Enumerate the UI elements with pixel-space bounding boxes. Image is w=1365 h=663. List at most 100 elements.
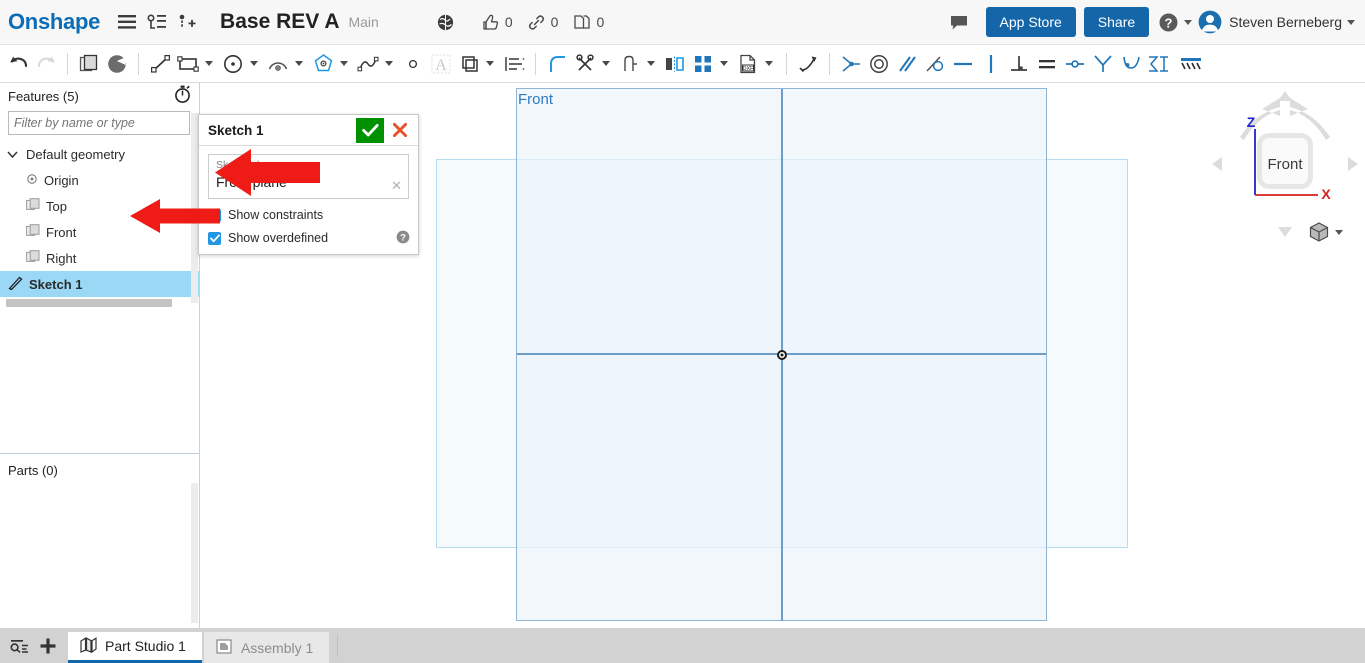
line-tool[interactable]: [146, 49, 174, 79]
tab-label: Part Studio 1: [105, 638, 186, 654]
trim-tool-caret-icon[interactable]: [599, 49, 613, 79]
concentric-constraint[interactable]: [865, 49, 893, 79]
stopwatch-icon[interactable]: [174, 85, 191, 108]
assembly-icon: [215, 638, 234, 658]
tree-item-sketch-1[interactable]: Sketch 1: [0, 271, 199, 297]
like-count-value: 0: [504, 14, 513, 30]
copy-counter[interactable]: 0: [572, 14, 604, 31]
mirror-tool[interactable]: [661, 49, 689, 79]
symmetric-constraint[interactable]: [1089, 49, 1117, 79]
normal-constraint[interactable]: [1145, 49, 1173, 79]
redo-button[interactable]: [32, 49, 60, 79]
polygon-tool[interactable]: [309, 49, 337, 79]
vertical-constraint[interactable]: [977, 49, 1005, 79]
version-graph-icon[interactable]: [144, 8, 170, 36]
like-counter[interactable]: 0: [481, 14, 513, 31]
offset-tool[interactable]: [455, 49, 483, 79]
tree-item-right[interactable]: Right: [0, 245, 199, 271]
cancel-sketch-button[interactable]: [388, 118, 412, 143]
toolbar-divider-5: [829, 52, 830, 75]
horizontal-constraint[interactable]: [949, 49, 977, 79]
sketch-shade-button[interactable]: [103, 49, 131, 79]
onshape-logo[interactable]: Onshape: [8, 9, 100, 35]
document-branch[interactable]: Main: [348, 14, 378, 30]
tangent-constraint[interactable]: [921, 49, 949, 79]
parts-panel: Parts (0): [0, 453, 199, 628]
clear-x-icon[interactable]: ✕: [391, 179, 402, 192]
link-counter[interactable]: 0: [527, 14, 558, 31]
features-header: Features (5): [0, 83, 199, 109]
rectangle-tool-caret-icon[interactable]: [202, 49, 216, 79]
show-overdefined-checkbox[interactable]: Show overdefined: [208, 231, 409, 245]
help-caret-icon: [1184, 19, 1193, 25]
arc-tool[interactable]: [264, 49, 292, 79]
extend-tool-caret-icon[interactable]: [644, 49, 658, 79]
chevron-down-icon[interactable]: [6, 148, 18, 160]
top-header-bar: Onshape Base REV A Main 0 0 0 App Store …: [0, 0, 1365, 45]
add-version-icon[interactable]: [174, 8, 200, 36]
origin-icon: [26, 173, 38, 188]
fillet-tool[interactable]: [543, 49, 571, 79]
circle-tool-caret-icon[interactable]: [247, 49, 261, 79]
tab-assembly-1[interactable]: Assembly 1: [203, 632, 330, 663]
spline-tool[interactable]: [354, 49, 382, 79]
pattern-tool[interactable]: [689, 49, 717, 79]
arc-tool-caret-icon[interactable]: [292, 49, 306, 79]
dimension-stack-tool[interactable]: [500, 49, 528, 79]
tree-label: Front: [46, 224, 77, 240]
parallel-constraint[interactable]: [893, 49, 921, 79]
help-menu[interactable]: ?: [1159, 13, 1193, 32]
show-constraints-checkbox[interactable]: Show constraints: [208, 208, 409, 222]
user-name-label: Steven Berneberg: [1229, 14, 1342, 30]
x-close-icon: [392, 122, 408, 138]
transform-tool[interactable]: [794, 49, 822, 79]
hamburger-icon[interactable]: [114, 8, 140, 36]
pattern-tool-caret-icon[interactable]: [717, 49, 731, 79]
origin-point-icon[interactable]: [776, 348, 788, 360]
document-tab-bar: Part Studio 1 Assembly 1: [0, 628, 1365, 663]
import-dxf-tool-caret-icon[interactable]: [762, 49, 776, 79]
view-mode-dropdown[interactable]: [1308, 221, 1343, 243]
parts-panel-vscrollbar[interactable]: [191, 483, 198, 623]
construction-hatch-icon[interactable]: [1177, 49, 1205, 79]
comment-icon[interactable]: [946, 8, 972, 36]
extend-tool[interactable]: [616, 49, 644, 79]
text-tool[interactable]: A: [427, 49, 455, 79]
shaded-cube-icon: [1309, 222, 1329, 242]
undo-button[interactable]: [4, 49, 32, 79]
sketch-icon: [8, 276, 23, 293]
new-sketch-button[interactable]: [75, 49, 103, 79]
tree-item-origin[interactable]: Origin: [0, 167, 199, 193]
coincident-constraint[interactable]: [837, 49, 865, 79]
document-title[interactable]: Base REV A: [220, 10, 339, 34]
tree-label: Top: [46, 198, 67, 214]
point-tool[interactable]: [399, 49, 427, 79]
tree-item-default-geometry[interactable]: Default geometry: [0, 141, 199, 167]
offset-tool-caret-icon[interactable]: [483, 49, 497, 79]
svg-text:?: ?: [400, 233, 406, 244]
rectangle-tool[interactable]: [174, 49, 202, 79]
trim-tool[interactable]: [571, 49, 599, 79]
show-overdefined-label: Show overdefined: [228, 231, 329, 245]
equal-constraint[interactable]: [1033, 49, 1061, 79]
add-tab-button[interactable]: [34, 631, 62, 661]
import-dxf-tool[interactable]: DXF: [734, 49, 762, 79]
curvature-constraint[interactable]: [1117, 49, 1145, 79]
spline-tool-caret-icon[interactable]: [382, 49, 396, 79]
share-button[interactable]: Share: [1083, 7, 1150, 37]
tab-part-studio-1[interactable]: Part Studio 1: [68, 632, 202, 663]
perpendicular-constraint[interactable]: [1005, 49, 1033, 79]
feature-tree-hscrollbar[interactable]: [6, 299, 172, 307]
accept-sketch-button[interactable]: [356, 117, 384, 143]
app-store-button[interactable]: App Store: [985, 7, 1076, 37]
tab-label: Assembly 1: [240, 639, 314, 656]
tab-search-icon[interactable]: [6, 631, 34, 661]
polygon-tool-caret-icon[interactable]: [337, 49, 351, 79]
svg-text:Front: Front: [1267, 156, 1303, 173]
midpoint-constraint[interactable]: [1061, 49, 1089, 79]
filter-input[interactable]: [8, 111, 190, 135]
help-circle-icon[interactable]: ?: [396, 230, 410, 249]
globe-icon[interactable]: [433, 8, 459, 36]
circle-tool[interactable]: [219, 49, 247, 79]
user-menu[interactable]: Steven Berneberg: [1198, 10, 1355, 34]
